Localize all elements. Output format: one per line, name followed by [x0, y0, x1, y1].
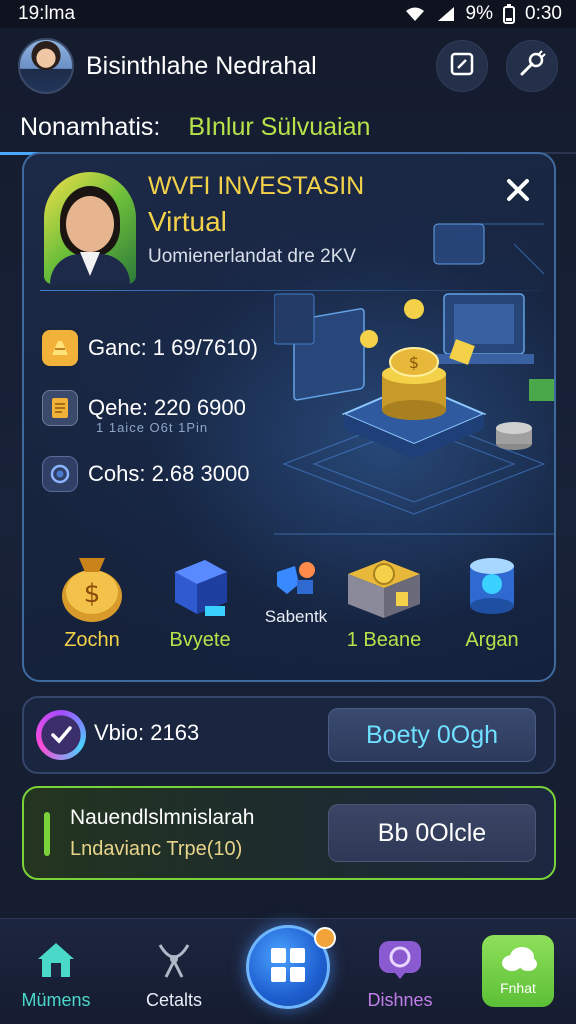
close-button[interactable]	[500, 174, 536, 210]
home-icon	[34, 943, 78, 983]
investment-illustration: $	[273, 214, 554, 554]
stat-note: 1 1aice O6t 1Pin	[96, 420, 209, 435]
edit-icon	[449, 51, 475, 82]
promo-bar: Nauendlslmnislarah Lndavianc Trpe(10) Bb…	[22, 786, 556, 880]
item-zochn[interactable]: $ Zochn	[42, 548, 142, 652]
stat-row-gold: Ganc: 1 69/7610)	[42, 330, 258, 366]
stat-gold: Ganc: 1 69/7610)	[88, 335, 259, 360]
investment-card: WVFI INVESTASIN Virtual Uomienerlandat d…	[22, 152, 556, 682]
item-argan[interactable]: Argan	[442, 548, 542, 652]
card-title: WVFI INVESTASIN	[148, 172, 365, 200]
nav-label: Dishnes	[367, 990, 433, 1010]
battery-icon	[503, 4, 516, 24]
coin-icon	[42, 456, 78, 492]
item-sabentk[interactable]: Sabentk	[246, 558, 346, 627]
item-beane[interactable]: 1 Beane	[334, 548, 434, 652]
stat-document: Qehe: 220 6900	[88, 395, 246, 420]
status-icons: 9% 0:30	[404, 3, 562, 25]
database-icon	[462, 558, 522, 628]
wifi-icon	[404, 6, 426, 22]
svg-text:$: $	[409, 353, 419, 372]
sub-header-value: BInlur Sülvuaian	[188, 112, 371, 141]
item-bvyete[interactable]: Bvyete	[150, 548, 250, 652]
card-title-line2: Virtual	[148, 206, 227, 237]
item-label: Bvyete	[169, 629, 231, 651]
bottom-nav: Mümens Cetalts Dishnes Fnhat	[0, 918, 576, 1024]
item-label: Argan	[465, 629, 519, 651]
nav-label: Mümens	[21, 990, 91, 1010]
nav-item-home[interactable]: Mümens	[6, 939, 106, 1011]
stat-coin: Cohs: 2.68 3000	[88, 461, 250, 486]
antenna-icon	[152, 944, 196, 983]
app-header: Bisinthlahe Nedrahal	[0, 28, 576, 104]
signal-icon	[436, 6, 456, 22]
svg-text:$: $	[84, 579, 101, 609]
settings-button[interactable]	[506, 40, 558, 92]
promo-accent	[44, 812, 50, 856]
nav-label: Cetalts	[145, 990, 203, 1010]
check-badge-icon	[36, 710, 86, 760]
nav-label: Fnhat	[500, 980, 536, 996]
avatar[interactable]	[18, 38, 74, 94]
sub-header-label: Nonamhatis:	[20, 112, 161, 141]
sub-header: Nonamhatis: BInlur Sülvuaian	[0, 104, 576, 150]
notification-badge	[314, 927, 336, 949]
nav-item-dishnes[interactable]: Dishnes	[350, 939, 450, 1011]
item-label: Sabentk	[264, 607, 328, 626]
promo-button[interactable]: Bb 0Olcle	[328, 804, 536, 862]
treasure-chest-icon	[344, 560, 424, 628]
status-time-left: 19:lma	[18, 3, 76, 24]
video-bar-label: Vbio: 2163	[94, 720, 200, 745]
advisor-avatar	[44, 172, 136, 284]
close-icon	[506, 178, 530, 207]
status-time-right: 0:30	[525, 3, 562, 24]
document-icon	[42, 390, 78, 426]
user-name: Bisinthlahe Nedrahal	[86, 51, 317, 80]
item-label: 1 Beane	[346, 629, 422, 651]
video-bar-button[interactable]: Boety 0Ogh	[328, 708, 536, 762]
stat-row-coin: Cohs: 2.68 3000	[42, 456, 249, 492]
gold-bars-icon	[42, 330, 78, 366]
promo-title: Nauendlslmnislarah	[70, 806, 255, 829]
money-bag-icon: $	[57, 558, 127, 628]
puzzle-icon	[271, 562, 321, 606]
battery-percent: 9%	[465, 3, 494, 24]
wrench-icon	[518, 49, 546, 83]
nav-item-chat[interactable]: Fnhat	[482, 935, 554, 1007]
chat-icon	[377, 941, 423, 983]
cloud-icon	[498, 947, 538, 977]
items-row: $ Zochn Bvyete Sabentk 1 Beane Argan	[24, 548, 554, 678]
video-bar: Vbio: 2163 Boety 0Ogh	[22, 696, 556, 774]
grid-icon	[269, 946, 307, 989]
edit-button[interactable]	[436, 40, 488, 92]
status-bar: 19:lma 9% 0:30	[0, 0, 576, 28]
item-label: Zochn	[64, 629, 120, 651]
cube-icon	[165, 560, 235, 628]
promo-subtitle: Lndavianc Trpe(10)	[70, 838, 243, 860]
nav-item-details[interactable]: Cetalts	[124, 939, 224, 1011]
